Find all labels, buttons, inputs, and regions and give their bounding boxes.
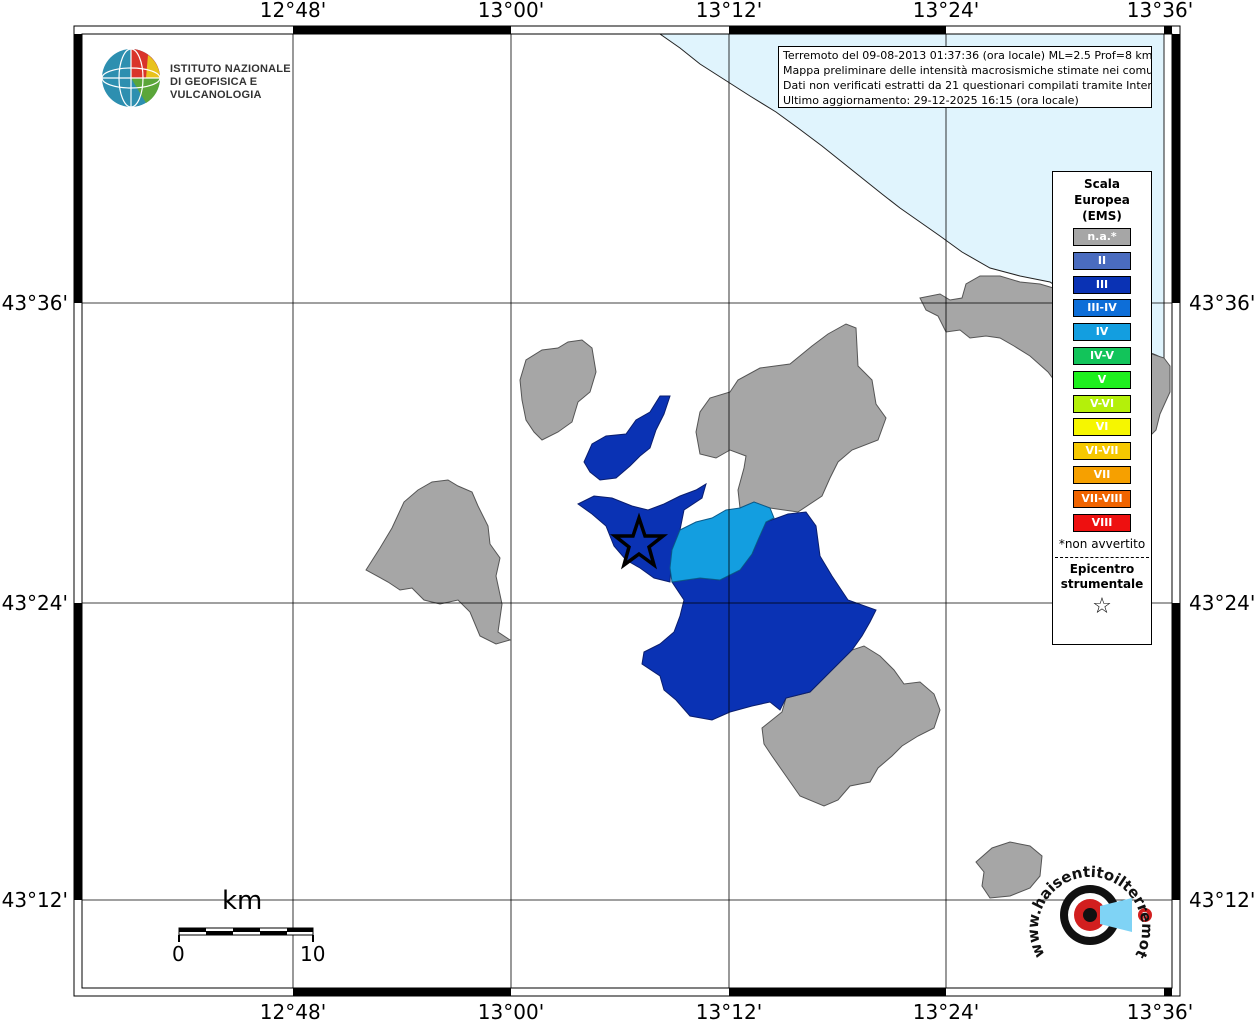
- legend-item-10: VII: [1073, 465, 1131, 484]
- area-na-6: [975, 841, 1043, 899]
- legend-title-line3: (EMS): [1082, 209, 1122, 223]
- ingv-logo-text: ISTITUTO NAZIONALE DI GEOFISICA E VULCAN…: [170, 63, 320, 102]
- event-info-line3: Dati non verificati estratti da 21 quest…: [783, 79, 1152, 92]
- scale-max-label: 10: [300, 942, 326, 966]
- legend-epicenter-label: Epicentro strumentale: [1053, 562, 1151, 592]
- legend-title-line1: Scala: [1083, 177, 1121, 191]
- ems-legend: Scala Europea (EMS) n.a.* II III III-IV IV IV…: [1052, 171, 1152, 645]
- lat-label-left-2: 43°24': [2, 591, 68, 615]
- ingv-logo-line1: ISTITUTO NAZIONALE: [170, 63, 291, 75]
- lon-label-top-3: 13°12': [696, 0, 762, 22]
- lon-label-bottom-4: 13°24': [913, 1000, 979, 1024]
- legend-item-0: n.a.*: [1073, 228, 1131, 246]
- legend-note: *non avvertito: [1058, 537, 1146, 552]
- legend-epicenter-line2: strumentale: [1060, 577, 1144, 592]
- lon-label-top-2: 13°00': [478, 0, 544, 22]
- legend-title-line2: Europea: [1074, 193, 1130, 207]
- legend-item-3: III-IV: [1073, 299, 1131, 318]
- ingv-logo-line2: DI GEOFISICA E VULCANOLOGIA: [170, 76, 262, 101]
- event-info-line4: Ultimo aggiornamento: 29-12-2025 16:15 (…: [783, 94, 1079, 107]
- legend-item-4: IV: [1073, 323, 1131, 342]
- legend-item-6: V: [1073, 370, 1131, 389]
- area-na-1: [365, 479, 512, 645]
- lon-label-bottom-3: 13°12': [696, 1000, 762, 1024]
- legend-item-1: II: [1073, 251, 1131, 270]
- lon-label-bottom-5: 13°36': [1127, 1000, 1193, 1024]
- area-iii-1: [583, 395, 671, 481]
- legend-star-icon: ☆: [1092, 594, 1112, 620]
- legend-title: Scala Europea (EMS): [1053, 176, 1151, 224]
- scale-unit: km: [222, 886, 263, 916]
- scale-min-label: 0: [172, 942, 185, 966]
- legend-separator: [1055, 557, 1149, 559]
- area-na-3: [695, 323, 887, 513]
- legend-item-9: VI-VII: [1073, 442, 1131, 461]
- legend-item-2: III: [1073, 275, 1131, 294]
- event-info-line2: Mappa preliminare delle intensità macros…: [783, 64, 1152, 77]
- legend-item-7: V-VI: [1073, 394, 1131, 413]
- lon-label-bottom-1: 12°48': [260, 1000, 326, 1024]
- lat-label-right-1: 43°36': [1189, 291, 1254, 315]
- lon-label-top-1: 12°48': [260, 0, 326, 22]
- event-info-box: Terremoto del 09-08-2013 01:37:36 (ora l…: [778, 46, 1152, 108]
- legend-item-11: VII-VIII: [1073, 489, 1131, 508]
- legend-item-5: IV-V: [1073, 346, 1131, 365]
- lon-label-bottom-2: 13°00': [478, 1000, 544, 1024]
- legend-item-8: VI: [1073, 418, 1131, 437]
- ingv-logo: ISTITUTO NAZIONALE DI GEOFISICA E VULCAN…: [100, 48, 320, 112]
- lat-label-right-2: 43°24': [1189, 591, 1254, 615]
- legend-item-12: VIII: [1073, 513, 1131, 532]
- lat-label-left-3: 43°12': [2, 888, 68, 912]
- event-info-line1: Terremoto del 09-08-2013 01:37:36 (ora l…: [783, 49, 1152, 62]
- legend-items: n.a.* II III III-IV IV IV-V V V-VI VI VI-VII VII VI…: [1053, 228, 1151, 532]
- area-na-2: [519, 339, 597, 441]
- lat-label-right-3: 43°12': [1189, 888, 1254, 912]
- legend-epicenter-line1: Epicentro: [1069, 562, 1135, 577]
- lat-label-left-1: 43°36': [2, 291, 68, 315]
- lon-label-top-5: 13°36': [1127, 0, 1193, 22]
- lon-label-top-4: 13°24': [913, 0, 979, 22]
